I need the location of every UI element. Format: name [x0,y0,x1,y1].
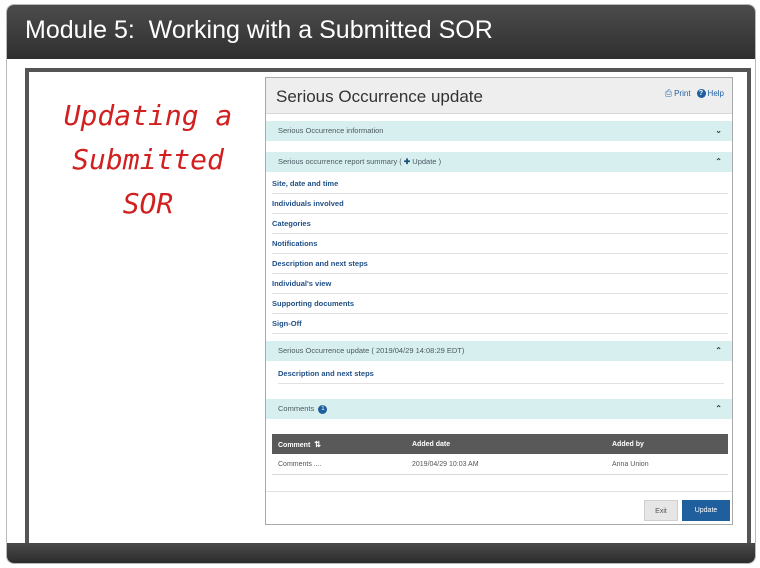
column-header-added-by: Added by [612,440,644,448]
table-header-row: Comment ⇅ Added date Added by [272,434,728,454]
section-occurrence-update[interactable]: Serious Occurrence update ( 2019/04/29 1… [266,341,732,361]
summary-label-suffix: ) [438,157,442,166]
slide-bottom-bar [7,543,755,563]
slide-frame: Module 5: Working with a Submitted SOR U… [6,4,756,564]
column-header-added-date: Added date [412,440,451,448]
header-actions: ⎙ Print ? Help [665,88,724,99]
update-button[interactable]: Update [682,500,730,521]
handwritten-line-3: SOR [122,187,174,220]
print-icon: ⎙ [664,88,673,98]
summary-link-sign-off[interactable]: Sign-Off [272,314,728,334]
chevron-up-icon: ⌃ [715,157,722,166]
print-label: Print [674,89,691,98]
update-link-description-next-steps[interactable]: Description and next steps [278,364,724,384]
handwritten-caption: Updating a Submitted SOR [53,94,243,226]
summary-link-individuals-view[interactable]: Individual's view [272,274,728,294]
slide-board: Updating a Submitted SOR Serious Occurre… [25,68,751,546]
page-title: Serious Occurrence update [276,87,483,106]
column-header-comment-label: Comment [278,441,311,449]
summary-label-prefix: Serious occurrence report summary ( [278,157,402,166]
exit-button[interactable]: Exit [644,500,678,521]
sort-icon[interactable]: ⇅ [314,440,321,449]
help-label: Help [707,89,724,98]
section-occurrence-update-label: Serious Occurrence update ( 2019/04/29 1… [278,346,465,355]
slide-title: Module 5: Working with a Submitted SOR [25,16,493,44]
summary-update-link[interactable]: Update [412,157,436,166]
summary-link-site-date-time[interactable]: Site, date and time [272,174,728,194]
chevron-down-icon: ⌄ [715,126,722,135]
section-report-summary[interactable]: Serious occurrence report summary ( ✚ Up… [266,152,732,172]
summary-link-categories[interactable]: Categories [272,214,728,234]
handwritten-line-2: Submitted [72,143,224,176]
section-comments[interactable]: Comments 1 ⌃ [266,399,732,419]
help-link[interactable]: ? Help [696,89,724,98]
section-occurrence-information-label: Serious Occurrence information [278,126,384,135]
summary-link-supporting-documents[interactable]: Supporting documents [272,294,728,314]
footer-divider [266,491,732,492]
app-header: Serious Occurrence update ⎙ Print ? Help [266,78,732,114]
slide-title-bar: Module 5: Working with a Submitted SOR [7,5,755,59]
column-header-comment[interactable]: Comment ⇅ [272,440,412,449]
comments-count-badge: 1 [318,404,328,414]
summary-link-description-next-steps[interactable]: Description and next steps [272,254,728,274]
table-row[interactable]: Comments .... 2019/04/29 10:03 AM Anna U… [272,454,728,475]
section-occurrence-information[interactable]: Serious Occurrence information ⌄ [266,121,732,141]
print-link[interactable]: ⎙ Print [665,88,691,99]
help-icon: ? [696,89,706,98]
app-screenshot: Serious Occurrence update ⎙ Print ? Help… [265,77,733,525]
summary-link-notifications[interactable]: Notifications [272,234,728,254]
handwritten-line-1: Updating a [63,99,233,132]
plus-icon: ✚ [403,157,411,166]
section-comments-label: Comments [278,404,315,413]
chevron-up-icon: ⌃ [715,404,722,413]
cell-comment: Comments .... [278,460,322,468]
summary-link-individuals-involved[interactable]: Individuals involved [272,194,728,214]
cell-added-by: Anna Union [612,460,649,468]
comments-table: Comment ⇅ Added date Added by Comments .… [272,434,728,475]
chevron-up-icon: ⌃ [715,346,722,355]
cell-added-date: 2019/04/29 10:03 AM [412,460,479,468]
